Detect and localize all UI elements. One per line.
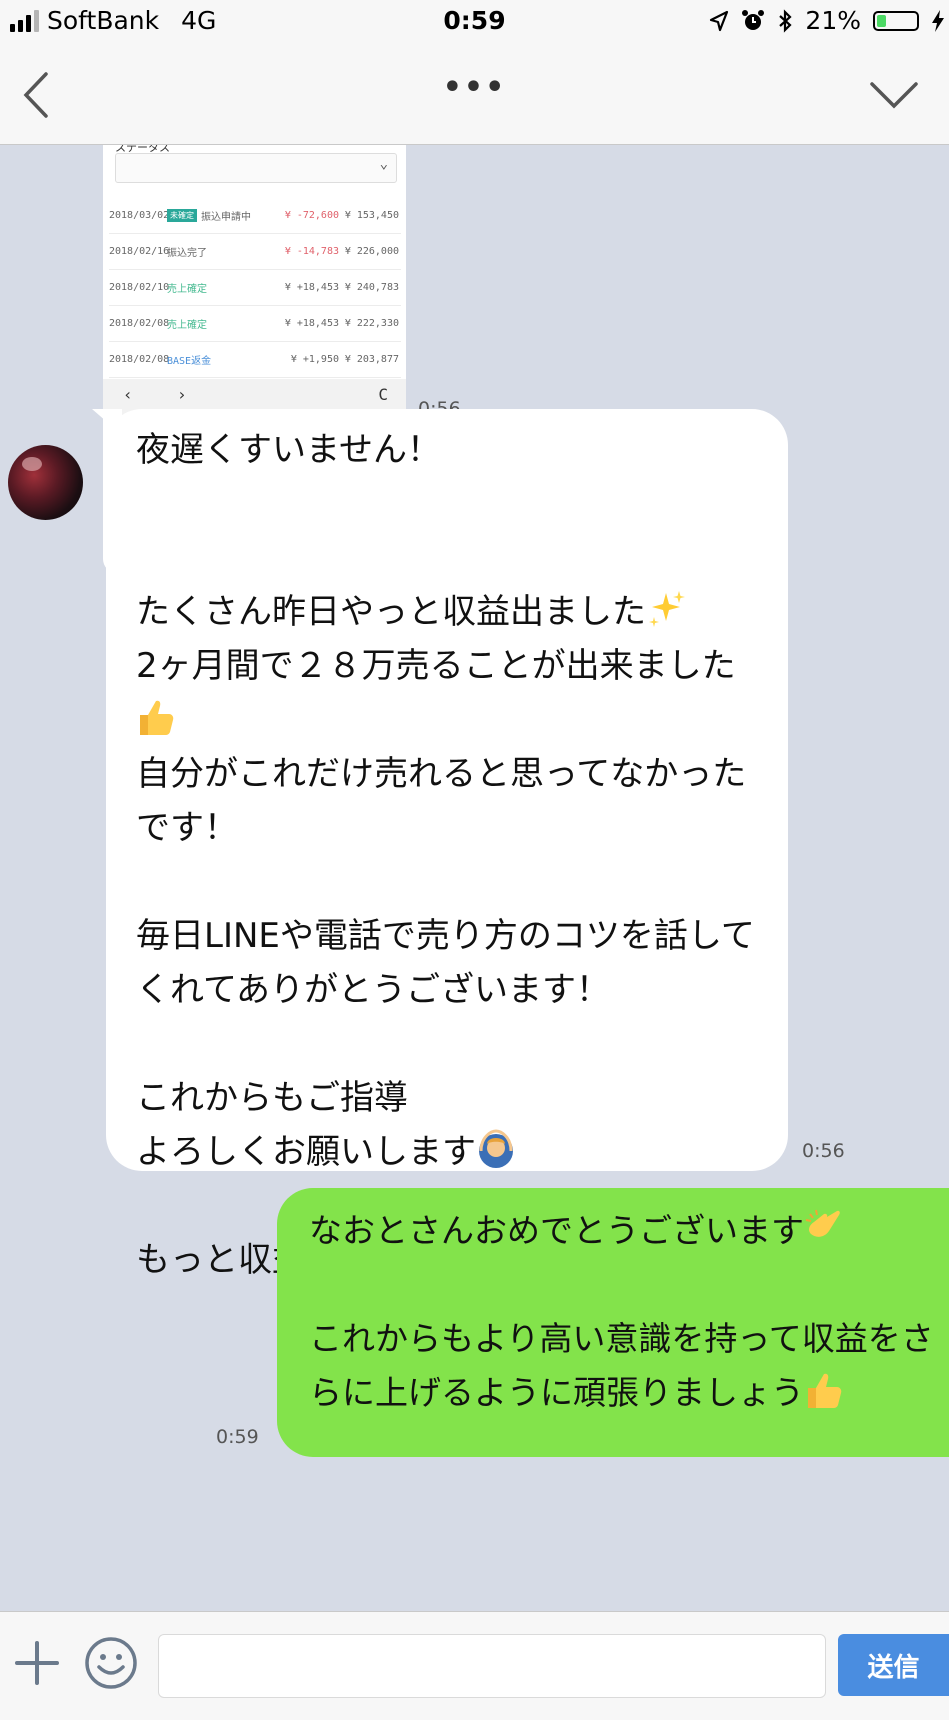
screenshot-prev-icon: ‹ [123,385,133,404]
more-menu-icon[interactable]: ••• [0,70,949,105]
status-right: 21% [709,6,945,35]
chat-header: ••• [0,40,949,145]
screenshot-select: ⌄ [115,153,397,183]
screenshot-row: 2018/02/10 売上確定 ¥ +18,453 ¥ 240,783 [109,269,401,306]
send-button[interactable]: 送信 [838,1634,949,1696]
avatar[interactable] [8,445,83,520]
screenshot-row: 2018/02/08 売上確定 ¥ +18,453 ¥ 222,330 [109,305,401,342]
plus-icon[interactable] [14,1640,60,1686]
alarm-icon [742,9,765,30]
thumbs-up-icon [808,1373,842,1408]
location-icon [710,10,729,31]
screenshot-row: 2018/02/08 BASE返金 ¥ +1,950 ¥ 203,877 [109,341,401,378]
message-text: 2ヶ月間で２８万売ることが出来ました [136,646,736,686]
message-text: 自分がこれだけ売れると思ってなかったです！ 毎日LINEや電話で売り方のコツを話… [136,754,755,1172]
message-text: 夜遅くすいません！ たくさん昨日やっと収益出ました [136,430,646,632]
message-time: 0:59 [216,1426,259,1448]
status-bar: SoftBank 4G 0:59 21% [0,0,949,40]
emoji-icon[interactable] [84,1636,138,1690]
incoming-message-bubble[interactable]: 夜遅くすいません！ たくさん昨日やっと収益出ました 2ヶ月間で２８万売ることが出… [106,409,788,1280]
clapping-hands-icon [805,1209,840,1237]
bluetooth-icon [779,8,793,33]
charging-icon [932,9,944,32]
thumbs-up-icon [140,700,174,735]
screenshot-next-icon: › [177,385,187,404]
message-time: 0:56 [802,1140,845,1162]
chevron-down-icon[interactable] [869,78,919,112]
screenshot-reload-icon: C [378,385,388,404]
battery-icon [873,10,919,31]
input-bar: 送信 [0,1611,949,1720]
message-input[interactable] [158,1634,826,1698]
screenshot-row: 2018/03/02 未確定 振込申請中 ¥ -72,600 ¥ 153,450 [109,197,401,234]
battery-percent: 21% [805,6,861,35]
outgoing-message-bubble[interactable]: なおとさんおめでとうございます これからもより高い意識を持って収益をさらに上げる… [277,1188,949,1457]
sparkles-icon [649,591,685,627]
message-text: なおとさんおめでとうございます [309,1211,804,1250]
screenshot-row: 2018/02/16 振込完了 ¥ -14,783 ¥ 226,000 [109,233,401,270]
chat-area[interactable]: ステータス ⌄ 2018/03/02 未確定 振込申請中 ¥ -72,600 ¥ … [0,145,949,1611]
person-gesturing-ok-icon [479,1129,513,1168]
select-chevron-icon: ⌄ [379,156,388,172]
